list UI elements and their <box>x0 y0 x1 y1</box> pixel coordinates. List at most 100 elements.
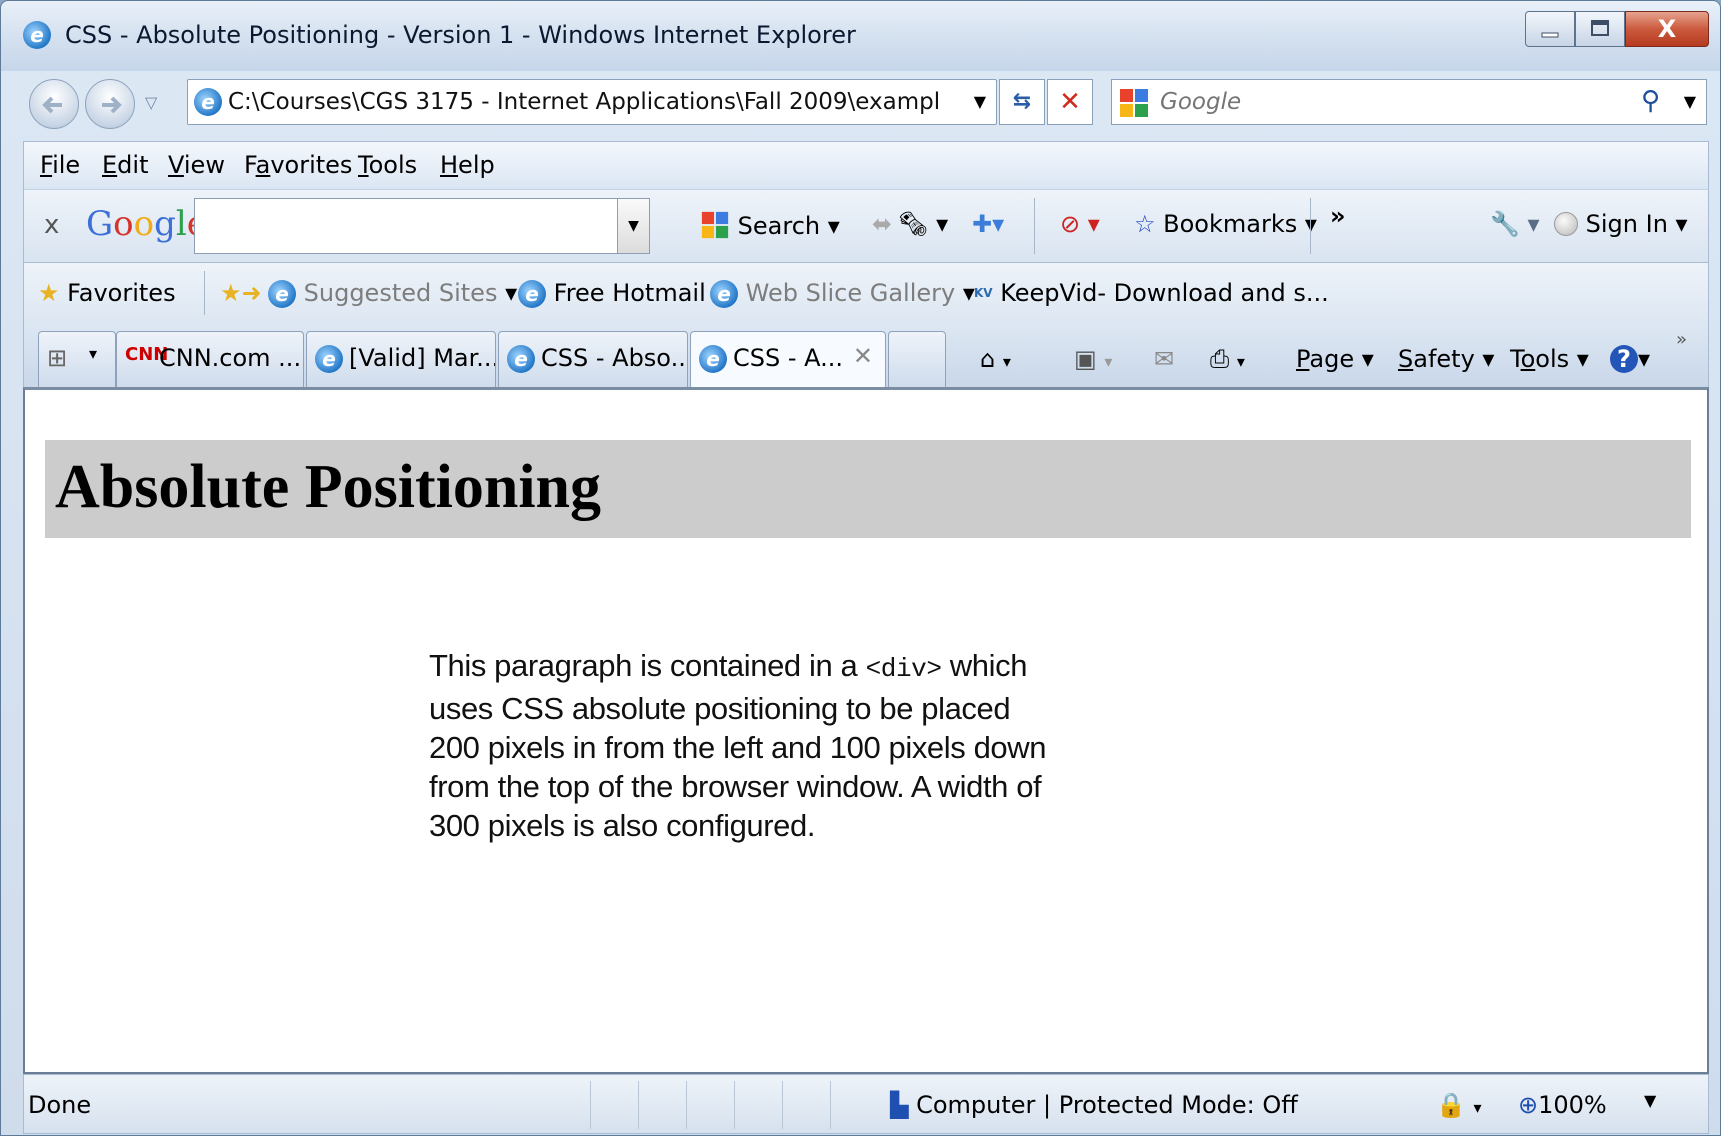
menu-bar: File Edit View Favorites Tools Help <box>23 141 1709 189</box>
google-toolbar: x Google ▼ Search ▾ ⬌ 🗞 ▾ ✚▾ ⊘ ▾ ☆ Bookm… <box>23 189 1709 263</box>
div-code: <div> <box>865 654 942 684</box>
maximize-button[interactable] <box>1575 11 1625 47</box>
quick-tabs-button[interactable]: ⊞ ▾ <box>38 331 116 387</box>
google-icon <box>701 211 729 239</box>
home-icon: ⌂ <box>980 345 996 373</box>
close-toolbar-icon[interactable]: x <box>44 210 59 240</box>
feeds-button[interactable]: ▣ ▾ <box>1074 345 1112 373</box>
navigation-bar: ▽ e C:\Courses\CGS 3175 - Internet Appli… <box>1 71 1720 137</box>
search-input[interactable] <box>1160 86 1620 118</box>
zoom-level[interactable]: ⊕100% <box>1518 1091 1607 1119</box>
wrench-settings-icon[interactable]: 🔧 ▾ <box>1490 210 1540 238</box>
favorites-star-icon: ★ <box>38 279 60 307</box>
favorite-keepvid[interactable]: KV KeepVid- Download and s... <box>974 279 1329 307</box>
safety-menu[interactable]: Safety ▾ <box>1398 345 1494 373</box>
status-divider <box>782 1081 783 1129</box>
ie-page-icon: e <box>518 280 546 308</box>
ie-page-icon: e <box>507 344 535 373</box>
google-search-button[interactable]: Search ▾ <box>700 210 840 240</box>
tools-menu[interactable]: Tools ▾ <box>1510 345 1589 373</box>
add-button[interactable]: ✚▾ <box>972 210 1004 238</box>
address-url[interactable]: C:\Courses\CGS 3175 - Internet Applicati… <box>228 89 938 115</box>
back-arrow-icon <box>42 96 62 114</box>
window-title: CSS - Absolute Positioning - Version 1 -… <box>65 21 856 49</box>
page-heading: Absolute Positioning <box>55 453 602 521</box>
new-tab-button[interactable] <box>888 331 946 387</box>
menu-view[interactable]: View <box>168 151 225 179</box>
tab-row: ⊞ ▾ CNN CNN.com ... e [Valid] Mar... e C… <box>23 325 1709 389</box>
cnn-icon: CNN <box>125 344 169 365</box>
status-text: Done <box>28 1091 92 1119</box>
ie-page-icon: e <box>699 344 727 373</box>
quick-tabs-icon: ⊞ <box>47 344 68 372</box>
zoom-dropdown-icon[interactable]: ▼ <box>1644 1091 1656 1110</box>
favorite-free-hotmail[interactable]: e Free Hotmail <box>518 279 706 308</box>
rss-feed-icon: ▣ <box>1074 345 1097 373</box>
title-bar[interactable]: e CSS - Absolute Positioning - Version 1… <box>1 1 1720 71</box>
news-button[interactable]: 🗞 ▾ <box>898 210 948 238</box>
absolute-positioned-paragraph: This paragraph is contained in a <div> w… <box>429 648 1047 843</box>
favorites-button[interactable]: ★ Favorites <box>38 279 176 307</box>
favorites-bar: ★ Favorites ★➜ e Suggested Sites ▾ e Fre… <box>23 263 1709 325</box>
menu-edit[interactable]: Edit <box>102 151 148 179</box>
forward-arrow-icon <box>102 96 122 114</box>
close-window-button[interactable]: X <box>1625 11 1709 47</box>
minimize-button[interactable] <box>1525 11 1575 47</box>
toolbar-divider <box>1310 198 1311 254</box>
favorite-web-slice-gallery[interactable]: e Web Slice Gallery ▾ <box>710 279 975 308</box>
popup-blocker-button[interactable]: ⊘ ▾ <box>1060 210 1100 238</box>
zoom-icon: ⊕ <box>1518 1091 1539 1119</box>
address-bar[interactable]: e C:\Courses\CGS 3175 - Internet Applica… <box>187 79 997 125</box>
sign-in-button[interactable]: Sign In ▾ <box>1554 210 1688 238</box>
favorites-divider <box>204 271 205 315</box>
status-divider <box>830 1081 831 1129</box>
stop-button[interactable]: ✕ <box>1047 79 1093 125</box>
page-menu[interactable]: Page ▾ <box>1296 345 1374 373</box>
tab-css-active[interactable]: e CSS - A... ✕ <box>690 331 886 389</box>
search-box[interactable]: ⚲ ▼ <box>1111 79 1707 125</box>
bookmarks-button[interactable]: ☆ Bookmarks ▾ <box>1134 210 1317 238</box>
tab-cnn[interactable]: CNN CNN.com ... <box>116 331 304 387</box>
status-divider <box>638 1081 639 1129</box>
printer-icon: ⎙ <box>1210 345 1230 373</box>
add-to-favorites-icon[interactable]: ★➜ <box>220 279 262 307</box>
close-tab-icon[interactable]: ✕ <box>853 342 873 370</box>
forward-button[interactable] <box>85 79 135 129</box>
star-icon: ☆ <box>1134 210 1156 238</box>
back-button[interactable] <box>29 79 79 129</box>
tab-css-absolute[interactable]: e CSS - Abso... <box>498 331 688 387</box>
menu-file[interactable]: File <box>40 151 80 179</box>
menu-tools[interactable]: Tools <box>358 151 417 179</box>
favorite-suggested-sites[interactable]: e Suggested Sites ▾ <box>268 279 517 308</box>
address-dropdown-icon[interactable]: ▼ <box>974 92 986 111</box>
search-options-dropdown-icon[interactable]: ▼ <box>1684 92 1696 111</box>
tab-valid-markup[interactable]: e [Valid] Mar... <box>306 331 496 387</box>
ie-logo-icon: e <box>23 21 53 51</box>
protected-mode-icon[interactable]: 🔒 ▾ <box>1436 1091 1482 1119</box>
search-history-dropdown-icon[interactable]: ▼ <box>617 199 649 253</box>
tab-list-dropdown-icon[interactable]: ▾ <box>89 344 97 363</box>
google-icon <box>1120 89 1148 117</box>
google-logo[interactable]: Google <box>86 204 207 244</box>
page-content: Absolute Positioning This paragraph is c… <box>23 387 1709 1074</box>
heading-banner: Absolute Positioning <box>45 440 1691 538</box>
search-magnifier-icon[interactable]: ⚲ <box>1641 86 1660 116</box>
status-divider <box>734 1081 735 1129</box>
security-zone[interactable]: ▙ Computer | Protected Mode: Off <box>890 1091 1298 1119</box>
menu-help[interactable]: Help <box>440 151 495 179</box>
google-search-input[interactable]: ▼ <box>194 198 650 254</box>
separator-arrows-icon: ⬌ <box>872 210 893 238</box>
recent-pages-dropdown-icon[interactable]: ▽ <box>145 93 157 112</box>
read-mail-icon[interactable]: ✉ <box>1154 345 1174 373</box>
help-button[interactable]: ? ▾ <box>1610 345 1650 373</box>
home-button[interactable]: ⌂ ▾ <box>980 345 1011 373</box>
command-overflow-icon[interactable]: » <box>1676 329 1687 350</box>
keepvid-icon: KV <box>974 286 993 300</box>
menu-favorites[interactable]: Favorites <box>244 151 352 179</box>
toolbar-divider <box>1034 198 1035 254</box>
print-button[interactable]: ⎙ ▾ <box>1210 345 1245 373</box>
help-icon: ? <box>1610 345 1638 373</box>
ie-page-icon: e <box>710 280 738 308</box>
more-tools-button[interactable]: » <box>1330 202 1346 230</box>
refresh-button[interactable]: ⇆ <box>999 79 1045 125</box>
